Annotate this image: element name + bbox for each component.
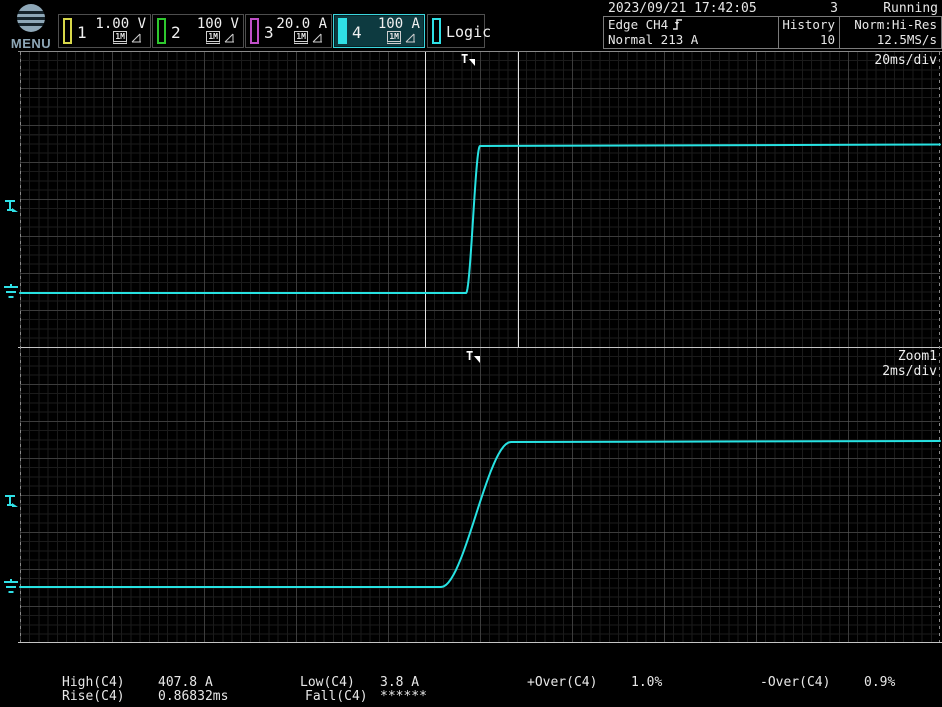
- grid-bottom-border: [18, 642, 942, 643]
- grid-left-border: [20, 52, 21, 642]
- channel-4-bracket-icon: [338, 18, 347, 44]
- sample-rate: 12.5MS/s: [877, 32, 937, 47]
- coupling-icon: [405, 33, 416, 44]
- zoom-timebase-label: 2ms/div: [882, 364, 937, 379]
- impedance-1M-icon: 1M: [113, 31, 127, 44]
- logic-bracket-icon: [432, 18, 441, 44]
- trigger-setting: Normal 213 A: [608, 32, 698, 47]
- channel-3-scale: 20.0 A: [276, 16, 327, 32]
- measurement-rise: Rise(C4)0.86832ms: [62, 689, 228, 704]
- trigger-settings-box[interactable]: Edge CH4 Normal 213 A: [603, 16, 779, 49]
- acquisition-box[interactable]: Norm:Hi-Res 12.5MS/s: [839, 16, 942, 49]
- ground-level-icon[interactable]: [3, 284, 19, 300]
- impedance-1M-icon: 1M: [387, 31, 401, 44]
- history-value: 10: [820, 32, 835, 47]
- menu-label: MENU: [6, 36, 56, 51]
- trigger-position-icon[interactable]: T: [466, 349, 480, 363]
- coupling-icon: [131, 33, 142, 44]
- logic-label: Logic: [446, 23, 491, 41]
- channel-2-control[interactable]: 2 100 V 1M: [152, 14, 244, 48]
- coupling-icon: [224, 33, 235, 44]
- impedance-1M-icon: 1M: [206, 31, 220, 44]
- trigger-position-icon[interactable]: T: [461, 52, 475, 66]
- channel-3-bracket-icon: [250, 18, 259, 44]
- logic-control[interactable]: Logic: [427, 14, 485, 48]
- main-timebase-label: 20ms/div: [874, 53, 937, 68]
- measurement-pover: +Over(C4)1.0%: [527, 675, 662, 690]
- zoom-window-name: Zoom1: [898, 349, 937, 364]
- acquisition-mode: Norm:Hi-Res: [854, 17, 937, 32]
- measurement-high: High(C4)407.8 A: [62, 675, 213, 690]
- coupling-icon: [312, 33, 323, 44]
- main-waveform-grid: [20, 51, 940, 347]
- channel-1-control[interactable]: 1 1.00 V 1M: [58, 14, 151, 48]
- history-box[interactable]: History 10: [778, 16, 840, 49]
- measurement-low: Low(C4)3.8 A: [300, 675, 419, 690]
- channel-4-control[interactable]: 4 100 A 1M: [333, 14, 425, 48]
- oscilloscope-screen: MENU 1 1.00 V 1M 2 100 V 1M 3 20.0 A 1M …: [0, 0, 942, 707]
- trigger-level-icon[interactable]: [3, 494, 19, 510]
- rising-edge-icon: [672, 18, 683, 30]
- grid-right-border: [939, 52, 940, 642]
- channel-4-number: 4: [352, 23, 362, 42]
- zoom-region-right-cursor[interactable]: [518, 52, 519, 347]
- channel-1-bracket-icon: [63, 18, 72, 44]
- channel-3-control[interactable]: 3 20.0 A 1M: [245, 14, 332, 48]
- status-info-panel: 2023/09/21 17:42:05 3 Running Edge CH4 N…: [601, 0, 942, 50]
- grid-top-border: [18, 51, 942, 52]
- trigger-level-icon[interactable]: [3, 199, 19, 215]
- impedance-1M-icon: 1M: [294, 31, 308, 44]
- zoom-region-left-cursor[interactable]: [425, 52, 426, 347]
- ground-level-icon[interactable]: [3, 579, 19, 595]
- menu-button[interactable]: MENU: [6, 2, 56, 50]
- channel-3-icons: 1M: [294, 31, 323, 44]
- trigger-mode: Edge CH4: [608, 17, 683, 32]
- status-row: 2023/09/21 17:42:05 3 Running: [601, 0, 942, 17]
- channel-4-icons: 1M: [387, 31, 416, 44]
- zoom-waveform-grid: [20, 347, 940, 642]
- channel-3-number: 3: [264, 23, 274, 42]
- run-state: Running: [883, 1, 938, 16]
- channel-2-bracket-icon: [157, 18, 166, 44]
- channel-2-icons: 1M: [206, 31, 235, 44]
- channel-2-number: 2: [171, 23, 181, 42]
- measurement-fall: Fall(C4)******: [305, 689, 427, 704]
- channel-4-scale: 100 A: [378, 16, 420, 32]
- measurement-nover: -Over(C4)0.9%: [760, 675, 895, 690]
- channel-2-scale: 100 V: [197, 16, 239, 32]
- window-separator: [18, 347, 942, 348]
- channel-1-number: 1: [77, 23, 87, 42]
- hamburger-menu-icon: [17, 4, 45, 32]
- history-label: History: [782, 17, 835, 32]
- channel-1-scale: 1.00 V: [95, 16, 146, 32]
- datetime: 2023/09/21 17:42:05: [608, 1, 757, 16]
- channel-1-icons: 1M: [113, 31, 142, 44]
- acquisition-count: 3: [830, 1, 838, 16]
